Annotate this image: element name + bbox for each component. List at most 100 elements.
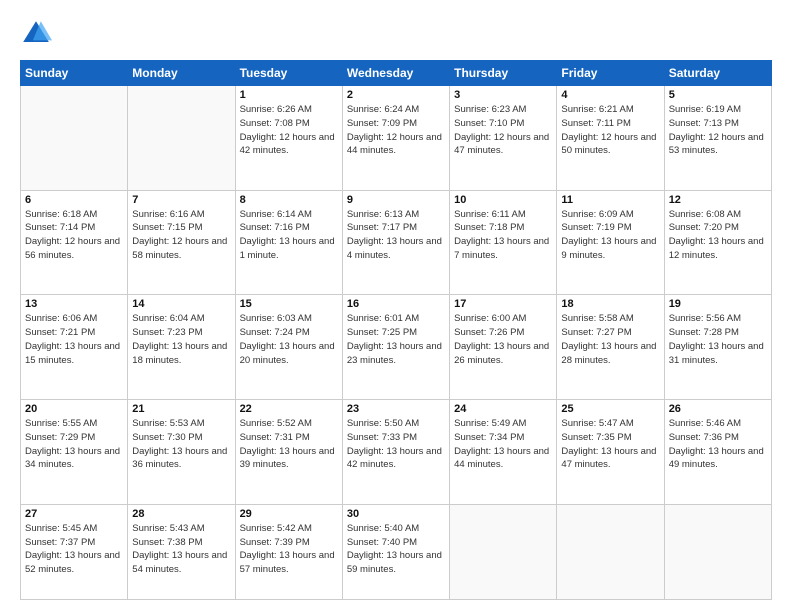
day-info: Sunrise: 6:24 AM Sunset: 7:09 PM Dayligh… [347, 103, 445, 158]
day-cell [128, 86, 235, 191]
day-number: 14 [132, 298, 230, 310]
day-number: 11 [561, 194, 659, 206]
day-cell: 14 Sunrise: 6:04 AM Sunset: 7:23 PM Dayli… [128, 295, 235, 400]
day-number: 6 [25, 194, 123, 206]
day-cell: 3 Sunrise: 6:23 AM Sunset: 7:10 PM Daylig… [450, 86, 557, 191]
day-cell: 18 Sunrise: 5:58 AM Sunset: 7:27 PM Dayli… [557, 295, 664, 400]
day-info: Sunrise: 5:52 AM Sunset: 7:31 PM Dayligh… [240, 417, 338, 472]
day-info: Sunrise: 5:47 AM Sunset: 7:35 PM Dayligh… [561, 417, 659, 472]
day-cell: 24 Sunrise: 5:49 AM Sunset: 7:34 PM Dayli… [450, 400, 557, 505]
weekday-header-row: SundayMondayTuesdayWednesdayThursdayFrid… [21, 61, 772, 86]
day-cell: 11Sunrise: 6:09 AM Sunset: 7:19 PM Dayli… [557, 190, 664, 295]
day-cell: 29Sunrise: 5:42 AM Sunset: 7:39 PM Dayli… [235, 504, 342, 599]
day-number: 26 [669, 403, 767, 415]
day-cell: 16 Sunrise: 6:01 AM Sunset: 7:25 PM Dayli… [342, 295, 449, 400]
day-number: 27 [25, 508, 123, 520]
day-cell: 27 Sunrise: 5:45 AM Sunset: 7:37 PM Dayli… [21, 504, 128, 599]
day-number: 21 [132, 403, 230, 415]
day-info: Sunrise: 5:58 AM Sunset: 7:27 PM Dayligh… [561, 312, 659, 367]
day-info: Sunrise: 5:56 AM Sunset: 7:28 PM Dayligh… [669, 312, 767, 367]
day-info: Sunrise: 6:19 AM Sunset: 7:13 PM Dayligh… [669, 103, 767, 158]
week-row-3: 13 Sunrise: 6:06 AM Sunset: 7:21 PM Dayli… [21, 295, 772, 400]
day-cell: 23 Sunrise: 5:50 AM Sunset: 7:33 PM Dayli… [342, 400, 449, 505]
week-row-1: 1 Sunrise: 6:26 AM Sunset: 7:08 PM Daylig… [21, 86, 772, 191]
day-cell: 10Sunrise: 6:11 AM Sunset: 7:18 PM Dayli… [450, 190, 557, 295]
day-number: 8 [240, 194, 338, 206]
day-info: Sunrise: 6:01 AM Sunset: 7:25 PM Dayligh… [347, 312, 445, 367]
day-info: Sunrise: 5:40 AM Sunset: 7:40 PM Dayligh… [347, 522, 445, 577]
day-number: 23 [347, 403, 445, 415]
day-info: Sunrise: 5:53 AM Sunset: 7:30 PM Dayligh… [132, 417, 230, 472]
weekday-header-saturday: Saturday [664, 61, 771, 86]
day-number: 5 [669, 89, 767, 101]
day-cell [21, 86, 128, 191]
day-number: 3 [454, 89, 552, 101]
day-cell: 2 Sunrise: 6:24 AM Sunset: 7:09 PM Daylig… [342, 86, 449, 191]
weekday-header-tuesday: Tuesday [235, 61, 342, 86]
day-info: Sunrise: 5:42 AM Sunset: 7:39 PM Dayligh… [240, 522, 338, 577]
day-cell: 9 Sunrise: 6:13 AM Sunset: 7:17 PM Daylig… [342, 190, 449, 295]
day-number: 25 [561, 403, 659, 415]
day-cell: 12 Sunrise: 6:08 AM Sunset: 7:20 PM Dayli… [664, 190, 771, 295]
day-cell: 22Sunrise: 5:52 AM Sunset: 7:31 PM Dayli… [235, 400, 342, 505]
day-info: Sunrise: 6:11 AM Sunset: 7:18 PM Dayligh… [454, 208, 552, 263]
day-info: Sunrise: 6:21 AM Sunset: 7:11 PM Dayligh… [561, 103, 659, 158]
day-cell: 20 Sunrise: 5:55 AM Sunset: 7:29 PM Dayli… [21, 400, 128, 505]
day-number: 28 [132, 508, 230, 520]
weekday-header-thursday: Thursday [450, 61, 557, 86]
day-info: Sunrise: 6:06 AM Sunset: 7:21 PM Dayligh… [25, 312, 123, 367]
logo-icon [20, 18, 52, 50]
day-cell [450, 504, 557, 599]
day-number: 16 [347, 298, 445, 310]
day-cell: 25 Sunrise: 5:47 AM Sunset: 7:35 PM Dayli… [557, 400, 664, 505]
day-cell: 30 Sunrise: 5:40 AM Sunset: 7:40 PM Dayli… [342, 504, 449, 599]
day-info: Sunrise: 6:14 AM Sunset: 7:16 PM Dayligh… [240, 208, 338, 263]
day-cell: 5 Sunrise: 6:19 AM Sunset: 7:13 PM Daylig… [664, 86, 771, 191]
day-info: Sunrise: 6:16 AM Sunset: 7:15 PM Dayligh… [132, 208, 230, 263]
day-cell: 4 Sunrise: 6:21 AM Sunset: 7:11 PM Daylig… [557, 86, 664, 191]
day-info: Sunrise: 5:49 AM Sunset: 7:34 PM Dayligh… [454, 417, 552, 472]
day-number: 15 [240, 298, 338, 310]
day-cell: 13 Sunrise: 6:06 AM Sunset: 7:21 PM Dayli… [21, 295, 128, 400]
day-info: Sunrise: 6:04 AM Sunset: 7:23 PM Dayligh… [132, 312, 230, 367]
day-number: 4 [561, 89, 659, 101]
header [20, 18, 772, 50]
logo [20, 18, 56, 50]
day-cell: 8 Sunrise: 6:14 AM Sunset: 7:16 PM Daylig… [235, 190, 342, 295]
day-number: 20 [25, 403, 123, 415]
week-row-4: 20 Sunrise: 5:55 AM Sunset: 7:29 PM Dayli… [21, 400, 772, 505]
day-info: Sunrise: 6:13 AM Sunset: 7:17 PM Dayligh… [347, 208, 445, 263]
day-number: 24 [454, 403, 552, 415]
calendar: SundayMondayTuesdayWednesdayThursdayFrid… [20, 60, 772, 600]
day-number: 19 [669, 298, 767, 310]
day-info: Sunrise: 5:55 AM Sunset: 7:29 PM Dayligh… [25, 417, 123, 472]
day-number: 9 [347, 194, 445, 206]
day-number: 7 [132, 194, 230, 206]
day-number: 18 [561, 298, 659, 310]
weekday-header-wednesday: Wednesday [342, 61, 449, 86]
week-row-5: 27 Sunrise: 5:45 AM Sunset: 7:37 PM Dayli… [21, 504, 772, 599]
weekday-header-friday: Friday [557, 61, 664, 86]
day-info: Sunrise: 6:03 AM Sunset: 7:24 PM Dayligh… [240, 312, 338, 367]
day-cell: 28 Sunrise: 5:43 AM Sunset: 7:38 PM Dayli… [128, 504, 235, 599]
day-info: Sunrise: 5:43 AM Sunset: 7:38 PM Dayligh… [132, 522, 230, 577]
day-number: 13 [25, 298, 123, 310]
day-number: 1 [240, 89, 338, 101]
day-cell [557, 504, 664, 599]
day-info: Sunrise: 5:50 AM Sunset: 7:33 PM Dayligh… [347, 417, 445, 472]
day-number: 17 [454, 298, 552, 310]
day-info: Sunrise: 6:26 AM Sunset: 7:08 PM Dayligh… [240, 103, 338, 158]
day-cell: 1 Sunrise: 6:26 AM Sunset: 7:08 PM Daylig… [235, 86, 342, 191]
day-number: 2 [347, 89, 445, 101]
day-number: 12 [669, 194, 767, 206]
day-info: Sunrise: 6:18 AM Sunset: 7:14 PM Dayligh… [25, 208, 123, 263]
day-info: Sunrise: 6:08 AM Sunset: 7:20 PM Dayligh… [669, 208, 767, 263]
day-info: Sunrise: 6:23 AM Sunset: 7:10 PM Dayligh… [454, 103, 552, 158]
weekday-header-sunday: Sunday [21, 61, 128, 86]
day-info: Sunrise: 5:46 AM Sunset: 7:36 PM Dayligh… [669, 417, 767, 472]
day-number: 30 [347, 508, 445, 520]
day-cell: 21 Sunrise: 5:53 AM Sunset: 7:30 PM Dayli… [128, 400, 235, 505]
day-cell: 15 Sunrise: 6:03 AM Sunset: 7:24 PM Dayli… [235, 295, 342, 400]
day-cell: 26 Sunrise: 5:46 AM Sunset: 7:36 PM Dayli… [664, 400, 771, 505]
day-info: Sunrise: 5:45 AM Sunset: 7:37 PM Dayligh… [25, 522, 123, 577]
